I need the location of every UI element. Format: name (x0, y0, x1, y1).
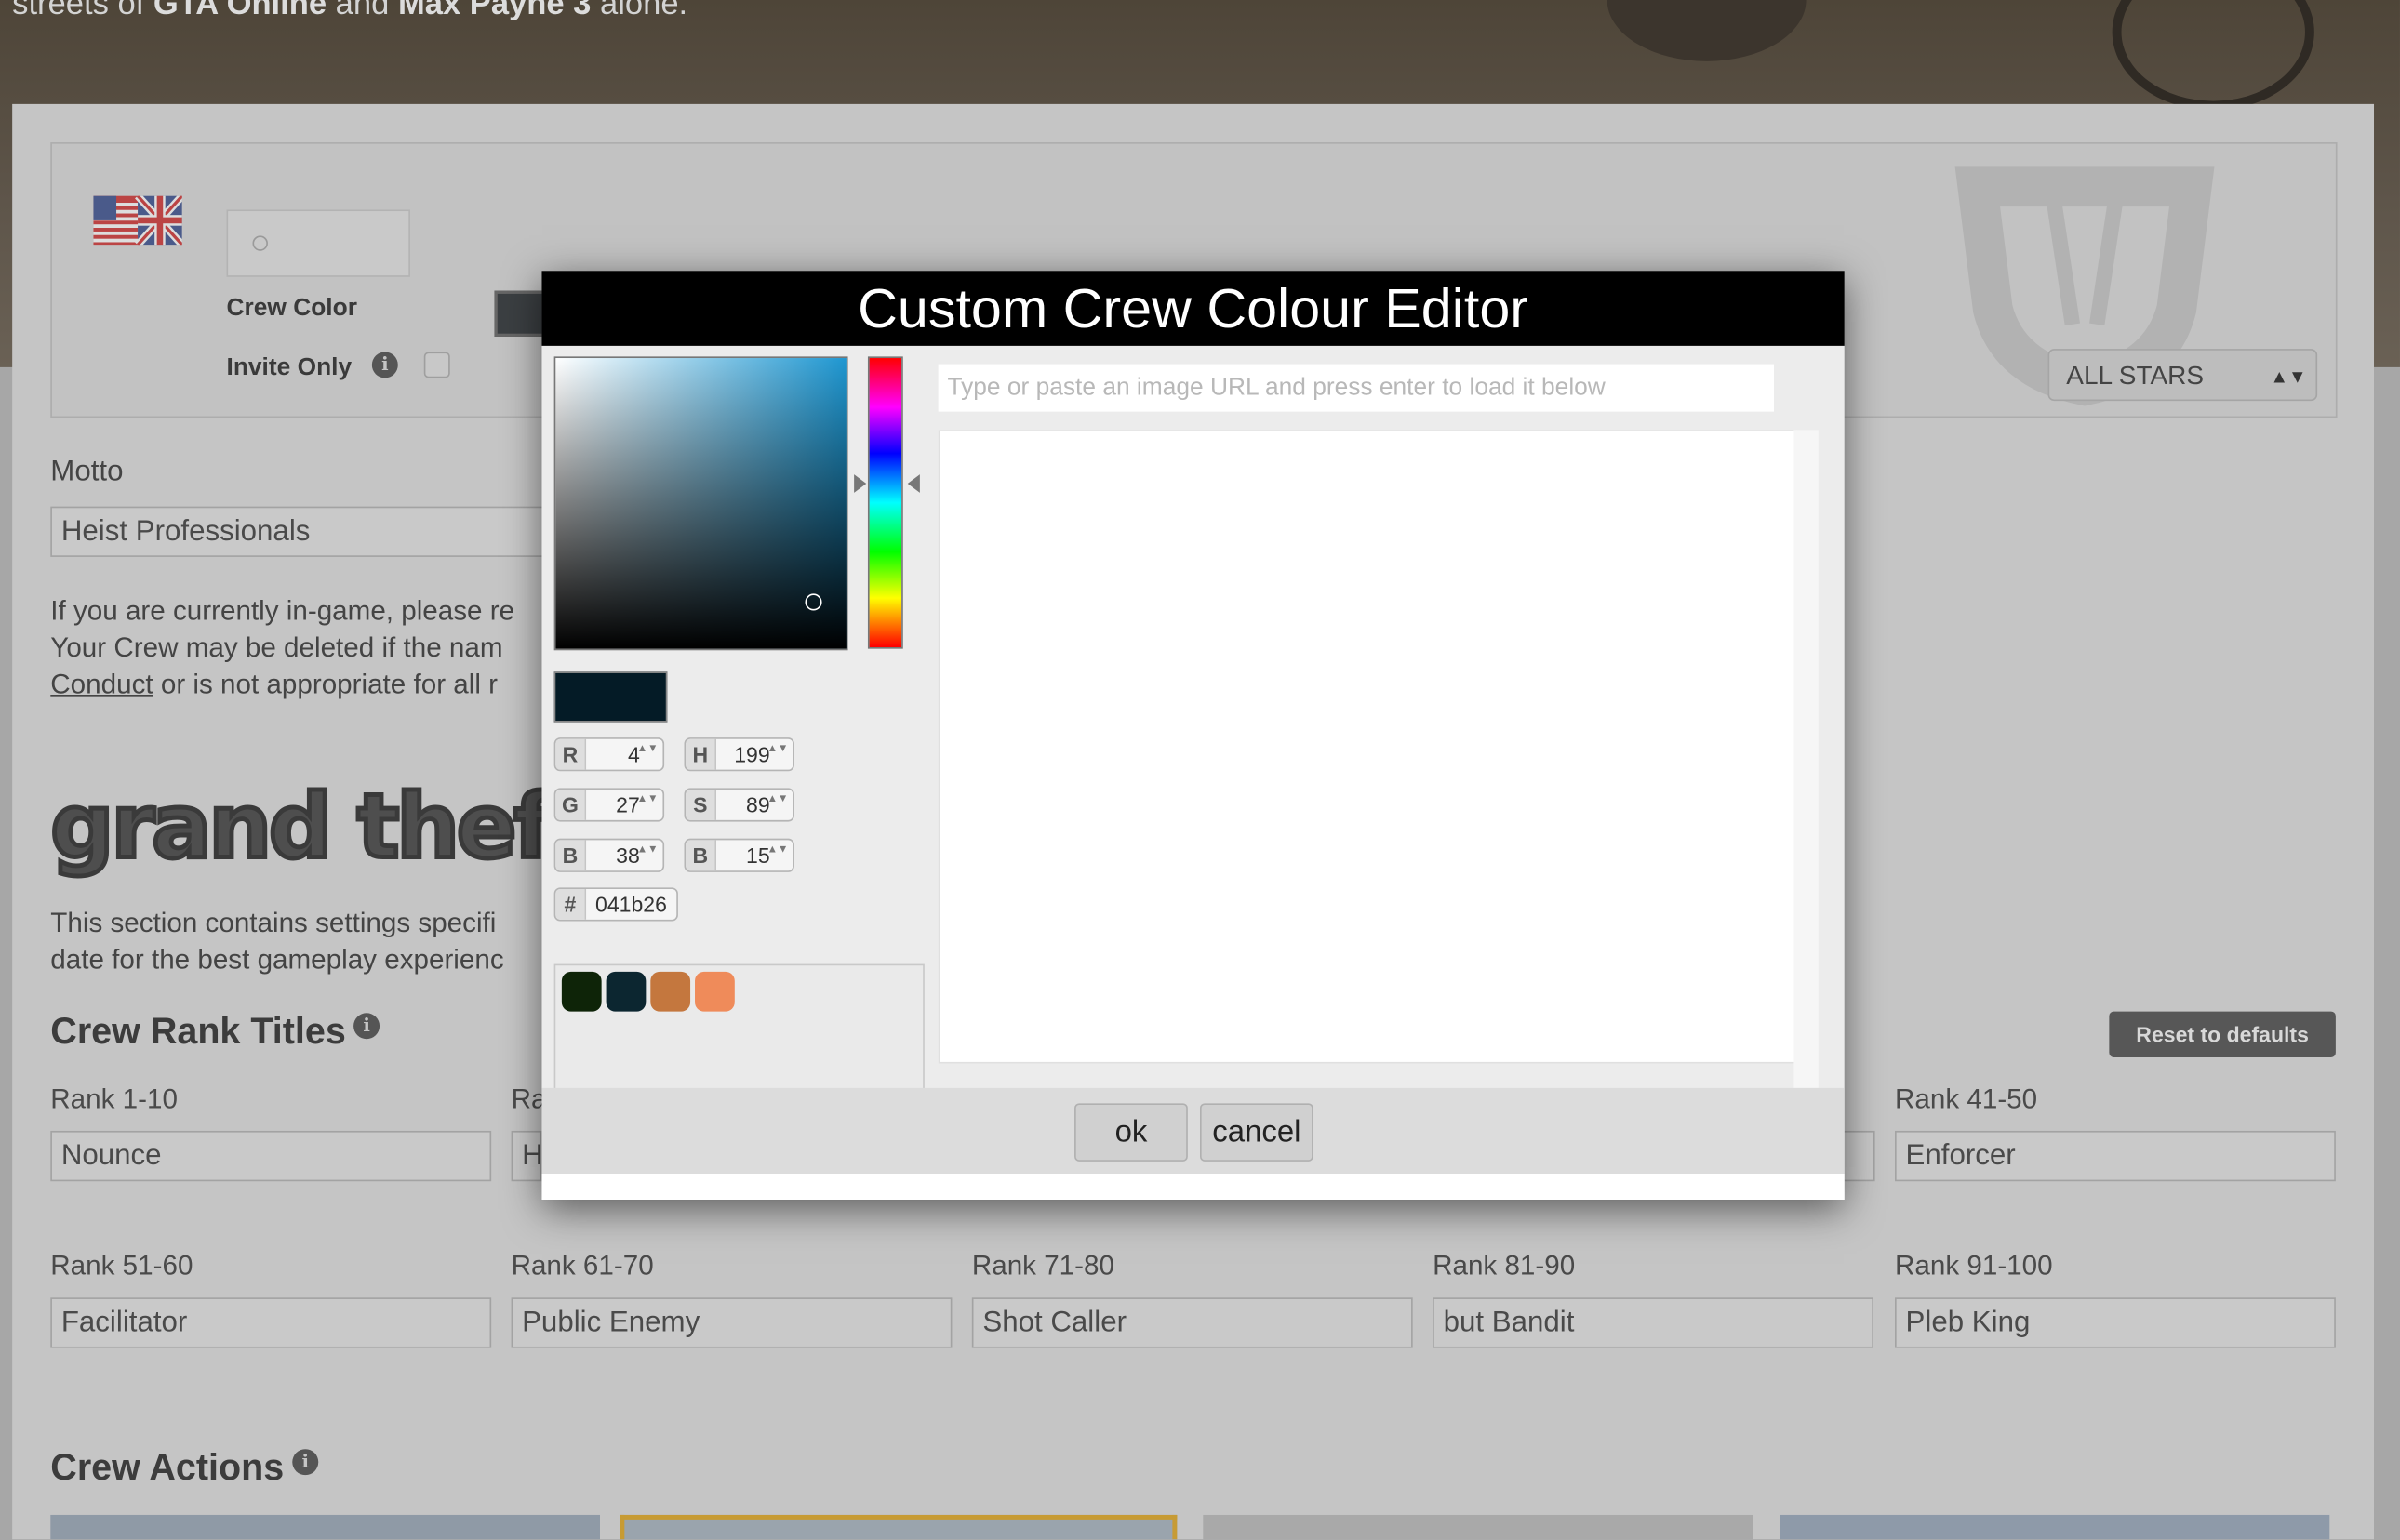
hero-text-prefix: streets of (12, 0, 153, 22)
hero-gta-online: GTA Online (153, 0, 327, 22)
rank-input[interactable]: H (511, 1130, 542, 1182)
hero-text-mid: and (327, 0, 398, 22)
rank-label: Rank 61-70 (511, 1250, 654, 1281)
hero-car-image (2112, 0, 2314, 111)
green-key: G (555, 790, 587, 820)
hero-text-suffix: alone. (591, 0, 688, 22)
brightness-field[interactable]: B 15 ▲▼ (684, 838, 794, 872)
hue-value: 199 (734, 742, 770, 767)
invite-only-checkbox[interactable] (423, 352, 450, 378)
spinner-icon[interactable]: ▲▼ (637, 844, 659, 856)
conduct-link[interactable]: Conduct (50, 669, 153, 699)
recent-color-swatch[interactable] (695, 971, 735, 1012)
colour-editor-dialog: Custom Crew Colour Editor R 4 ▲▼ G 27 ▲▼ B 38… (541, 271, 1845, 1200)
rank-input[interactable]: Enforcer (1895, 1130, 2336, 1182)
brightness-key: B (686, 840, 717, 871)
rank-label: Rank 1-10 (50, 1082, 178, 1114)
image-url-input[interactable]: Type or paste an image URL and press ent… (938, 364, 1775, 412)
hex-key: # (555, 888, 587, 920)
red-field[interactable]: R 4 ▲▼ (553, 737, 665, 772)
rank-label: Rank 51-60 (50, 1250, 193, 1281)
crew-rank-titles-heading: Crew Rank Titles (50, 1011, 346, 1054)
rank-label: Rank 91-100 (1895, 1250, 2053, 1281)
hero-tire-image (1607, 0, 1807, 61)
spinner-icon[interactable]: ▲▼ (637, 794, 659, 805)
rank-input[interactable]: Facilitator (50, 1297, 492, 1348)
action-card[interactable] (1780, 1514, 2330, 1540)
hero-text: streets of GTA Online and Max Payne 3 al… (12, 0, 687, 23)
rank-input[interactable]: Shot Caller (971, 1297, 1413, 1348)
action-card[interactable] (50, 1514, 600, 1540)
hue-slider[interactable] (867, 356, 903, 649)
hex-field[interactable]: #041b26 (553, 887, 678, 922)
invite-only-label: Invite Only (226, 354, 353, 381)
rank-input[interactable]: Nounce (50, 1130, 492, 1182)
dialog-title: Custom Crew Colour Editor (541, 271, 1845, 346)
sv-cursor-handle[interactable] (805, 593, 822, 611)
rank-label: Rank 71-80 (971, 1250, 1114, 1281)
action-card[interactable] (1203, 1514, 1753, 1540)
recent-color-swatch[interactable] (606, 971, 647, 1012)
hue-pointer-right-icon[interactable] (907, 474, 920, 493)
spinner-icon[interactable]: ▲▼ (767, 744, 789, 755)
actions-info-icon[interactable]: i (292, 1449, 319, 1476)
rank-label: Rank 41-50 (1895, 1082, 2038, 1114)
dialog-footer (541, 1087, 1845, 1175)
select-arrows-icon: ▲▼ (2270, 365, 2307, 388)
hue-key: H (686, 738, 717, 770)
saturation-key: S (686, 790, 717, 820)
saturation-field[interactable]: S 89 ▲▼ (684, 788, 794, 822)
info-icon[interactable]: i (371, 352, 398, 378)
blue-field[interactable]: B 38 ▲▼ (553, 838, 665, 872)
recent-colors-panel (553, 963, 925, 1109)
image-preview-area[interactable] (938, 430, 1797, 1064)
emblem-radio-icon (252, 235, 268, 251)
page: streets of GTA Online and Max Payne 3 al… (0, 0, 2400, 1540)
red-key: R (555, 738, 587, 770)
crew-actions-heading: Crew Actions (50, 1447, 285, 1489)
rank-label: Rank 81-90 (1433, 1250, 1576, 1281)
crew-emblem-upload[interactable] (226, 209, 410, 277)
spinner-icon[interactable]: ▲▼ (767, 844, 789, 856)
us-uk-flag-icon[interactable] (93, 195, 182, 246)
hue-pointer-left-icon[interactable] (854, 474, 867, 493)
note-line-3: Conduct or is not appropriate for all r (50, 669, 498, 701)
gta-desc-line-1: This section contains settings specifi (50, 907, 497, 938)
rank-input[interactable]: but Bandit (1433, 1297, 1873, 1348)
spinner-icon[interactable]: ▲▼ (637, 744, 659, 755)
hex-value: 041b26 (595, 892, 667, 917)
motto-label: Motto (50, 456, 124, 488)
blue-key: B (555, 840, 587, 871)
saturation-value-picker[interactable] (553, 356, 848, 651)
note-line-3-rest: or is not appropriate for all r (153, 669, 499, 699)
motto-input[interactable]: Heist Professionals (50, 506, 556, 557)
hue-field[interactable]: H 199 ▲▼ (684, 737, 794, 772)
recent-color-swatch[interactable] (561, 971, 602, 1012)
note-line-2: Your Crew may be deleted if the nam (50, 631, 503, 663)
crew-status-value: ALL STARS (2066, 361, 2204, 391)
crew-status-select[interactable]: ALL STARS ▲▼ (2047, 349, 2318, 402)
gta-desc-line-2: date for the best gameplay experienc (50, 944, 504, 976)
dialog-bottom-strip (541, 1174, 1845, 1200)
rank-input[interactable]: Pleb King (1895, 1297, 2336, 1348)
action-card-selected[interactable] (620, 1514, 1178, 1540)
image-area-scrollbar[interactable] (1793, 430, 1819, 1088)
rank-info-icon[interactable]: i (353, 1013, 380, 1040)
ok-button[interactable]: ok (1074, 1103, 1188, 1162)
spinner-icon[interactable]: ▲▼ (767, 794, 789, 805)
current-color-swatch (553, 671, 668, 723)
note-line-1: If you are currently in-game, please re (50, 595, 515, 626)
reset-to-defaults-button[interactable]: Reset to defaults (2109, 1011, 2336, 1057)
recent-color-swatch[interactable] (650, 971, 691, 1012)
rank-input[interactable]: Public Enemy (511, 1297, 953, 1348)
hero-max-payne: Max Payne 3 (397, 0, 592, 22)
crew-color-label: Crew Color (226, 295, 357, 322)
cancel-button[interactable]: cancel (1199, 1103, 1313, 1162)
green-field[interactable]: G 27 ▲▼ (553, 788, 665, 822)
